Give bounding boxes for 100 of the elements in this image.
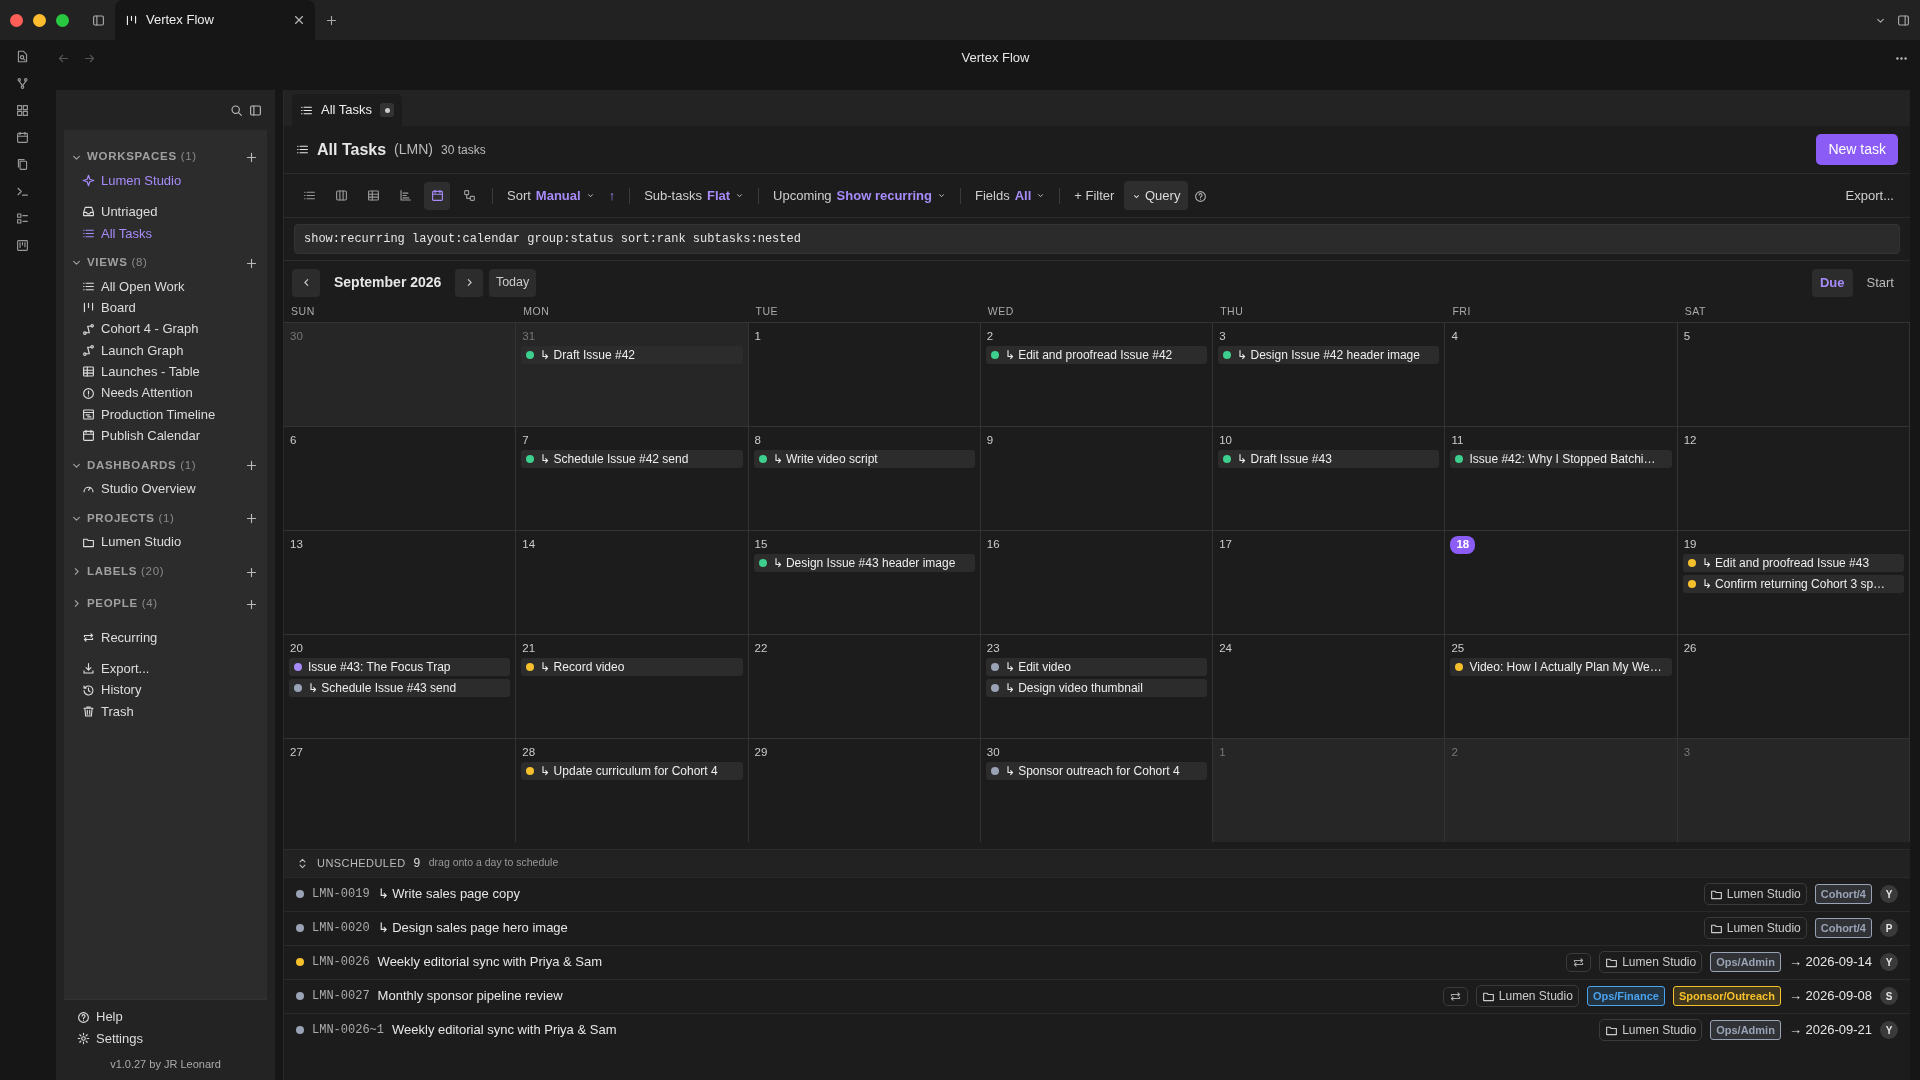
sidebar-item[interactable]: Cohort 4 - Graph — [70, 318, 261, 340]
day-cell[interactable]: 25 Video: How I Actually Plan My We… — [1445, 634, 1678, 738]
calendar-event[interactable]: ↳ Edit and proofread Issue #42 — [985, 346, 1208, 364]
calendar-event[interactable]: ↳ Design Issue #42 header image — [1218, 346, 1440, 364]
grid-icon[interactable] — [16, 104, 29, 117]
date-mode-toggle[interactable]: Start — [1858, 268, 1902, 297]
export-button[interactable]: Export... — [1841, 185, 1898, 206]
board-icon[interactable] — [16, 239, 29, 252]
sidebar-item[interactable]: All Open Work — [70, 275, 261, 298]
day-cell[interactable]: 3 ↳ Design Issue #42 header image — [1213, 322, 1446, 426]
day-cell[interactable]: 31 ↳ Draft Issue #42 — [516, 322, 749, 426]
section-header[interactable]: PEOPLE (4) — [87, 595, 158, 613]
calendar-event[interactable]: ↳ Record video — [521, 658, 743, 676]
calendar-icon[interactable] — [16, 131, 29, 144]
task-row[interactable]: LMN-0027 Monthly sponsor pipeline review Lumen Studio Ops/Finance Sponsor/Outreach → 2026-09-08 S — [284, 978, 1910, 1013]
calendar-event[interactable]: Issue #43: The Focus Trap — [289, 658, 511, 676]
query-button[interactable]: Query — [1124, 180, 1189, 211]
sidebar-item[interactable]: Export... — [70, 658, 261, 680]
day-cell[interactable]: 6 — [284, 426, 517, 530]
sidebar-item[interactable]: Launch Graph — [70, 339, 261, 362]
day-cell[interactable]: 14 — [516, 530, 749, 634]
day-cell[interactable]: 13 — [284, 530, 517, 634]
file-search-icon[interactable] — [16, 50, 29, 63]
sidebar-item[interactable]: Trash — [70, 700, 261, 723]
day-cell[interactable]: 23 ↳ Edit video ↳ Design video thumbnail — [980, 634, 1214, 738]
sidebar-item[interactable]: All Tasks — [70, 222, 261, 244]
sidebar-item[interactable]: Launches - Table — [70, 361, 261, 383]
sidebar-item[interactable]: Untriaged — [70, 201, 261, 223]
section-header[interactable]: VIEWS (8) — [87, 254, 148, 272]
day-cell[interactable]: 1 — [1213, 738, 1446, 842]
date-mode-toggle[interactable]: Due — [1811, 268, 1853, 297]
day-cell[interactable]: 17 — [1213, 530, 1446, 634]
calendar-event[interactable]: ↳ Schedule Issue #43 send — [289, 679, 511, 697]
day-cell[interactable]: 18 — [1445, 530, 1678, 634]
day-cell[interactable]: 9 — [980, 426, 1214, 530]
sidebar-item[interactable]: Production Timeline — [70, 403, 261, 425]
day-cell[interactable]: 22 — [748, 634, 981, 738]
sidebar-item[interactable]: History — [70, 679, 261, 701]
calendar-event[interactable]: ↳ Design video thumbnail — [985, 679, 1208, 697]
copy-icon[interactable] — [16, 158, 29, 171]
view-tab[interactable]: All Tasks — [292, 94, 403, 126]
minimize-button[interactable] — [33, 13, 46, 27]
section-header[interactable]: LABELS (20) — [87, 563, 165, 581]
sidebar-item[interactable]: Board — [70, 297, 261, 319]
task-row[interactable]: LMN-0026~1 Weekly editorial sync with Priya & Sam Lumen Studio Ops/Admin → 2026-09-21 Y — [284, 1012, 1910, 1047]
checklist-icon[interactable] — [16, 212, 29, 225]
branch-icon[interactable] — [16, 77, 29, 90]
view-mode-button[interactable] — [424, 181, 450, 210]
sidebar-item[interactable]: Help — [77, 1006, 254, 1028]
task-row[interactable]: LMN-0020 ↳ Design sales page hero image Lumen Studio Cohort/4 P — [284, 910, 1910, 945]
sort-direction-button[interactable]: ↑ — [604, 185, 620, 206]
day-cell[interactable]: 12 — [1677, 426, 1910, 530]
day-cell[interactable]: 19 ↳ Edit and proofread Issue #43 ↳ Confirm returning Cohort 3 sp… — [1677, 530, 1910, 634]
calendar-event[interactable]: Video: How I Actually Plan My We… — [1450, 658, 1672, 676]
section-header[interactable]: DASHBOARDS (1) — [87, 456, 197, 474]
sidebar-item[interactable]: Needs Attention — [70, 382, 261, 404]
query-field[interactable]: show:recurring layout:calendar group:status sort:rank subtasks:nested — [294, 224, 1900, 254]
dropdown-button[interactable]: Fields All — [970, 185, 1050, 206]
calendar-event[interactable]: Issue #42: Why I Stopped Batchi… — [1450, 450, 1672, 468]
calendar-event[interactable]: ↳ Edit and proofread Issue #43 — [1682, 554, 1904, 572]
day-cell[interactable]: 4 — [1445, 322, 1678, 426]
day-cell[interactable]: 20 Issue #43: The Focus Trap ↳ Schedule Issue #43 send — [284, 634, 517, 738]
task-row[interactable]: LMN-0019 ↳ Write sales page copy Lumen Studio Cohort/4 Y — [284, 876, 1910, 911]
section-header[interactable]: PROJECTS (1) — [87, 509, 175, 528]
calendar-event[interactable]: ↳ Design Issue #43 header image — [753, 554, 975, 572]
day-cell[interactable]: 30 ↳ Sponsor outreach for Cohort 4 — [980, 738, 1214, 842]
day-cell[interactable]: 5 — [1677, 322, 1910, 426]
calendar-event[interactable]: ↳ Edit video — [985, 658, 1208, 676]
calendar-event[interactable]: ↳ Draft Issue #42 — [521, 346, 743, 364]
calendar-event[interactable]: ↳ Update curriculum for Cohort 4 — [521, 762, 743, 780]
dropdown-button[interactable]: Sort Manual — [503, 185, 599, 206]
filter-button[interactable]: + Filter — [1070, 185, 1119, 206]
calendar-event[interactable]: ↳ Write video script — [753, 450, 975, 468]
day-cell[interactable]: 15 ↳ Design Issue #43 header image — [748, 530, 981, 634]
today-button[interactable]: Today — [489, 268, 536, 297]
dropdown-button[interactable]: Upcoming Show recurring — [769, 185, 950, 206]
sidebar-item[interactable]: Settings — [77, 1027, 254, 1049]
sidebar-item[interactable]: Studio Overview — [70, 478, 261, 500]
day-cell[interactable]: 27 — [284, 738, 517, 842]
day-cell[interactable]: 7 ↳ Schedule Issue #42 send — [516, 426, 749, 530]
day-cell[interactable]: 11 Issue #42: Why I Stopped Batchi… — [1445, 426, 1678, 530]
sidebar-item[interactable]: Publish Calendar — [70, 424, 261, 447]
day-cell[interactable]: 29 — [748, 738, 981, 842]
day-cell[interactable]: 8 ↳ Write video script — [748, 426, 981, 530]
section-header[interactable]: WORKSPACES (1) — [87, 148, 197, 166]
sidebar-item[interactable]: Lumen Studio — [70, 531, 261, 553]
calendar-event[interactable]: ↳ Confirm returning Cohort 3 sp… — [1682, 575, 1904, 593]
terminal-icon[interactable] — [16, 185, 29, 198]
browser-tab[interactable]: Vertex Flow — [115, 0, 315, 40]
new-task-button[interactable]: New task — [1816, 134, 1898, 165]
day-cell[interactable]: 2 ↳ Edit and proofread Issue #42 — [980, 322, 1214, 426]
close-icon[interactable] — [293, 14, 305, 26]
dropdown-button[interactable]: Sub-tasks Flat — [640, 185, 749, 206]
calendar-event[interactable]: ↳ Schedule Issue #42 send — [521, 450, 743, 468]
day-cell[interactable]: 28 ↳ Update curriculum for Cohort 4 — [516, 738, 749, 842]
day-cell[interactable]: 16 — [980, 530, 1214, 634]
sidebar-item[interactable]: Recurring — [70, 626, 261, 649]
task-row[interactable]: LMN-0026 Weekly editorial sync with Priya & Sam Lumen Studio Ops/Admin → 2026-09-14 Y — [284, 944, 1910, 979]
day-cell[interactable]: 1 — [748, 322, 981, 426]
day-cell[interactable]: 21 ↳ Record video — [516, 634, 749, 738]
